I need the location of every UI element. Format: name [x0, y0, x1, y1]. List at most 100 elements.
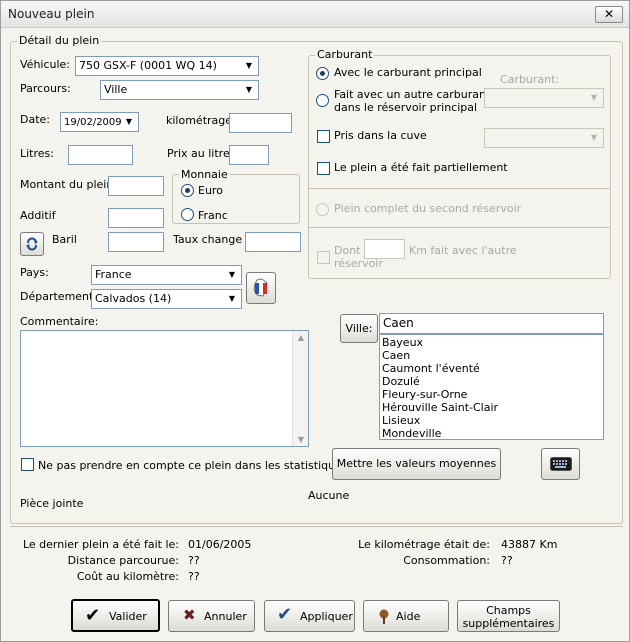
franc-label: Franc — [198, 209, 228, 222]
france-map-icon — [253, 278, 268, 297]
ville-button[interactable]: Ville: — [340, 314, 378, 343]
stats-label: Ne pas prendre en compte ce plein dans l… — [38, 459, 348, 472]
valider-label: Valider — [109, 610, 147, 623]
dropdown-arrow-icon: ▼ — [245, 61, 253, 70]
check-icon: ✔ — [85, 605, 101, 626]
departement-value: Calvados (14) — [95, 292, 172, 305]
annuler-label: Annuler — [204, 610, 247, 623]
autre-carburant-label-2: dans le réservoir principal — [334, 101, 478, 114]
dont-checkbox[interactable] — [317, 251, 330, 264]
ville-button-label: Ville: — [345, 322, 373, 335]
scroll-down-icon[interactable]: ▼ — [293, 435, 309, 444]
champs-label-2: supplémentaires — [462, 617, 555, 630]
list-item[interactable]: Lisieux — [380, 414, 603, 427]
dropdown-arrow-icon: ▼ — [245, 85, 253, 94]
close-icon: ✕ — [603, 7, 615, 21]
second-reservoir-label: Plein complet du second réservoir — [334, 202, 522, 215]
list-item[interactable]: Bayeux — [380, 336, 603, 349]
vehicule-value: 750 GSX-F (0001 WQ 14) — [79, 59, 217, 72]
list-item[interactable]: Dozulé — [380, 375, 603, 388]
litres-input[interactable] — [68, 145, 133, 165]
dropdown-arrow-icon: ▼ — [125, 117, 133, 126]
ville-input[interactable]: Caen — [379, 313, 604, 334]
departement-select[interactable]: Calvados (14) ▼ — [91, 289, 242, 309]
carburant-principal-radio[interactable] — [316, 67, 329, 80]
consommation-label: Consommation: — [403, 554, 490, 567]
euro-radio[interactable] — [181, 184, 194, 197]
date-value: 19/02/2009 — [64, 117, 122, 128]
carburant-field-label: Carburant: — [500, 73, 560, 86]
stats-checkbox[interactable] — [21, 458, 34, 471]
aide-label: Aide — [396, 610, 421, 623]
carburant-legend: Carburant — [315, 48, 375, 61]
list-item[interactable]: Fleury-sur-Orne — [380, 388, 603, 401]
kilometrage-precedent-label: Le kilométrage était de: — [358, 538, 490, 551]
aide-button[interactable]: Aide — [363, 600, 449, 632]
dropdown-arrow-icon: ▼ — [590, 133, 598, 142]
distance-value: ?? — [188, 554, 200, 567]
second-reservoir-radio[interactable] — [316, 203, 329, 216]
parcours-select[interactable]: Ville ▼ — [100, 80, 259, 100]
appliquer-button[interactable]: ✔ Appliquer — [264, 600, 355, 632]
list-item[interactable]: Hérouville Saint-Clair — [380, 401, 603, 414]
map-button[interactable] — [246, 272, 276, 304]
dernier-plein-label: Le dernier plein a été fait le: — [22, 538, 179, 551]
keyboard-button[interactable] — [541, 448, 580, 480]
pays-label: Pays: — [20, 266, 49, 279]
close-button[interactable]: ✕ — [595, 6, 623, 23]
date-picker[interactable]: 19/02/2009 ▼ — [60, 112, 139, 132]
commentaire-label: Commentaire: — [20, 315, 99, 328]
list-item[interactable]: Mondeville — [380, 427, 603, 440]
dont-km-input[interactable] — [364, 239, 405, 259]
pays-select[interactable]: France ▼ — [91, 265, 242, 285]
piece-label: Pièce jointe — [20, 497, 84, 510]
commentaire-textarea[interactable]: ▲ ▼ — [20, 330, 309, 447]
prix-input[interactable] — [229, 145, 269, 165]
baril-label: Baril — [52, 233, 77, 246]
commentaire-scrollbar[interactable]: ▲ ▼ — [292, 331, 308, 446]
additif-input[interactable] — [108, 208, 164, 228]
valeurs-moyennes-label: Mettre les valeurs moyennes — [336, 457, 497, 470]
dropdown-arrow-icon: ▼ — [228, 294, 236, 303]
km-autre-label-2: réservoir — [334, 257, 383, 270]
litres-label: Litres: — [20, 147, 54, 160]
window-title: Nouveau plein — [8, 7, 95, 21]
parcours-label: Parcours: — [20, 82, 71, 95]
additif-label: Additif — [20, 209, 56, 222]
list-item[interactable]: Caumont l'éventé — [380, 362, 603, 375]
refresh-button[interactable] — [20, 232, 44, 256]
cout-label: Coût au kilomètre: — [76, 570, 179, 583]
distance-label: Distance parcourue: — [67, 554, 179, 567]
montant-input[interactable] — [108, 176, 164, 196]
valider-button[interactable]: ✔ Valider — [71, 599, 160, 632]
piece-value[interactable]: Aucune — [308, 489, 349, 502]
vehicule-select[interactable]: 750 GSX-F (0001 WQ 14) ▼ — [75, 56, 259, 76]
monnaie-legend: Monnaie — [179, 168, 230, 181]
taux-input[interactable] — [245, 232, 301, 252]
cuve-checkbox[interactable] — [317, 130, 330, 143]
help-pin-icon — [379, 609, 389, 624]
champs-supplementaires-button[interactable]: Champs supplémentaires — [457, 600, 560, 632]
pays-value: France — [95, 268, 132, 281]
autre-carburant-select[interactable]: ▼ — [484, 88, 604, 108]
partiel-checkbox[interactable] — [317, 162, 330, 175]
ville-value: Caen — [383, 316, 414, 330]
baril-input[interactable] — [108, 232, 164, 252]
carburant-separator-2 — [309, 227, 610, 228]
prix-label: Prix au litre: — [167, 147, 234, 160]
scroll-up-icon[interactable]: ▲ — [293, 333, 309, 342]
valeurs-moyennes-button[interactable]: Mettre les valeurs moyennes — [332, 448, 501, 480]
cout-value: ?? — [188, 570, 200, 583]
carburant-separator-1 — [309, 188, 610, 189]
ville-list[interactable]: Bayeux Caen Caumont l'éventé Dozulé Fleu… — [379, 334, 604, 440]
kilometrage-input[interactable] — [229, 113, 292, 133]
list-item[interactable]: Caen — [380, 349, 603, 362]
cuve-select[interactable]: ▼ — [484, 128, 604, 148]
franc-radio[interactable] — [181, 208, 194, 221]
annuler-button[interactable]: ✖ Annuler — [168, 600, 255, 632]
km-autre-label-1: Km fait avec l'autre — [409, 244, 517, 257]
autre-carburant-radio[interactable] — [316, 94, 329, 107]
partiel-label: Le plein a été fait partiellement — [334, 161, 508, 174]
carburant-principal-label: Avec le carburant principal — [334, 66, 482, 79]
dernier-plein-value: 01/06/2005 — [188, 538, 252, 551]
